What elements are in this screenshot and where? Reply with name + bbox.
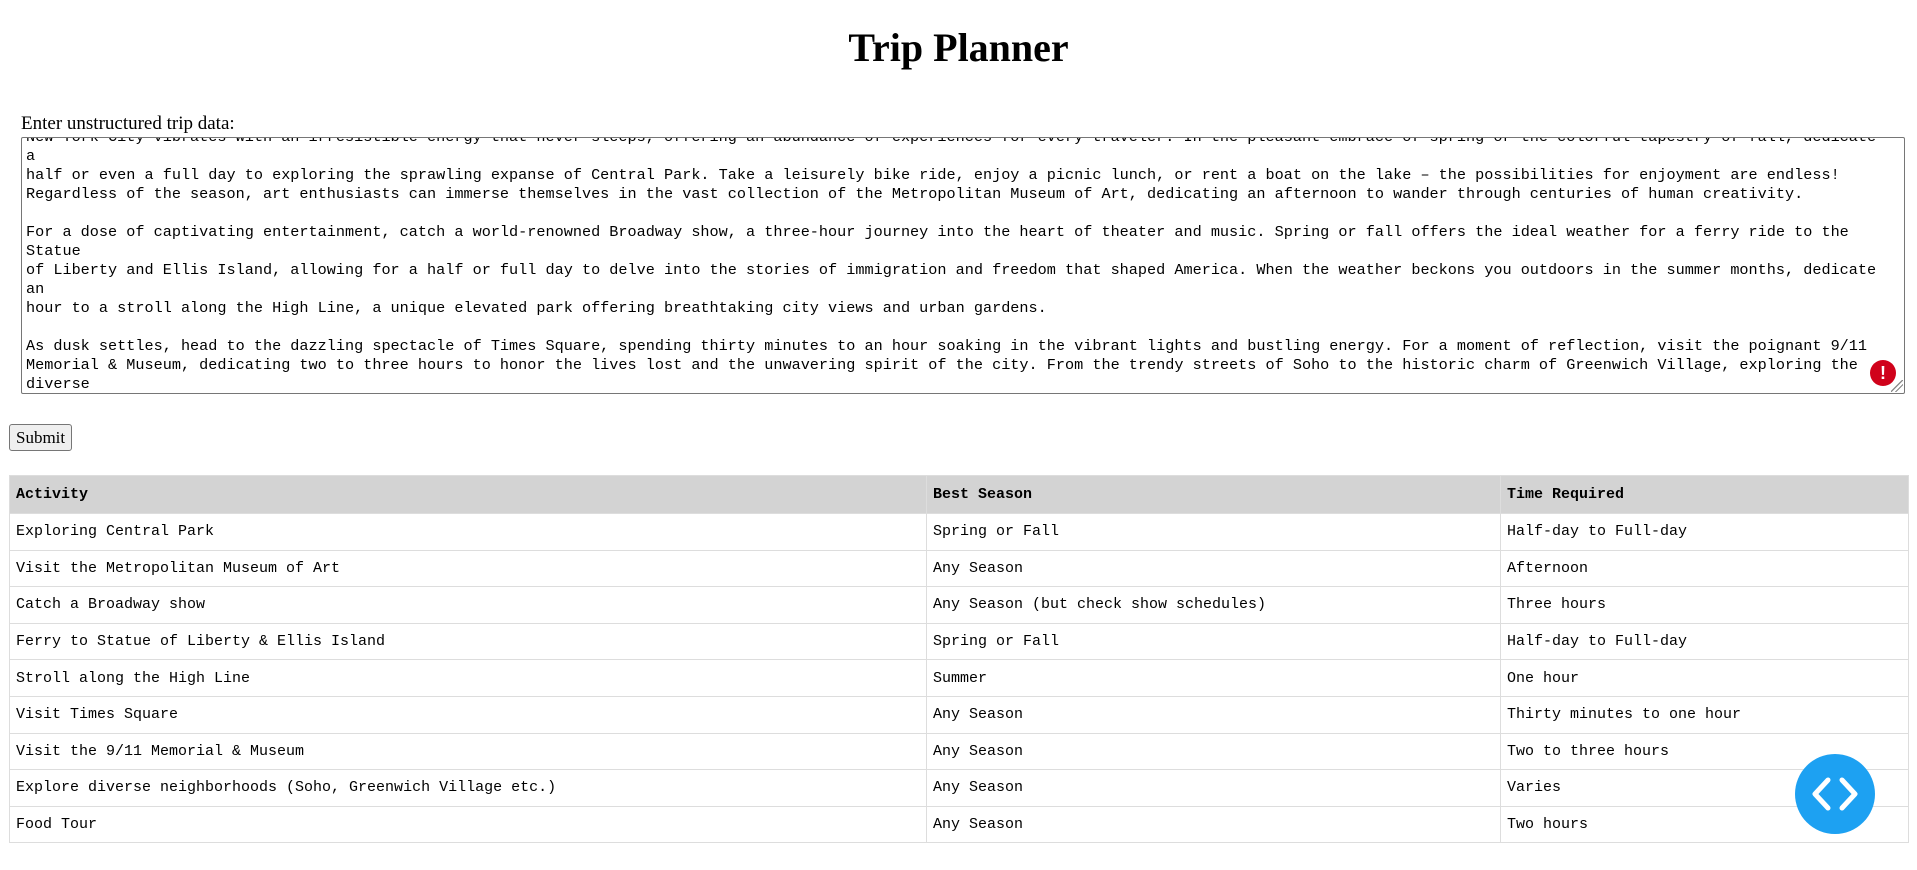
resize-handle[interactable] [1891, 380, 1903, 392]
cell-best-season: Spring or Fall [926, 622, 1501, 661]
cell-time-required: One hour [1500, 659, 1909, 697]
cell-best-season: Spring or Fall [926, 513, 1501, 551]
trip-data-text: New York City vibrates with an irresisti… [26, 137, 1894, 393]
table-row: Catch a Broadway show Any Season (but che… [9, 586, 1909, 624]
textarea-line: For a dose of captivating entertainment,… [26, 223, 1858, 260]
trip-table: Activity Best Season Time Required Explo… [9, 475, 1909, 844]
cell-time-required: Half-day to Full-day [1500, 622, 1909, 661]
table-row: Visit the Metropolitan Museum of Art Any … [9, 549, 1909, 588]
cell-activity: Food Tour [9, 805, 927, 844]
cell-time-required: Three hours [1500, 586, 1909, 624]
code-brackets-icon [1812, 777, 1858, 811]
cell-activity: Visit Times Square [9, 695, 927, 734]
textarea-line: Regardless of the season, art enthusiast… [26, 185, 1804, 203]
table-row: Stroll along the High Line Summer One hour [9, 659, 1909, 697]
textarea-line [26, 204, 1894, 223]
code-toggle-button[interactable] [1795, 754, 1875, 834]
cell-best-season: Any Season (but check show schedules) [926, 586, 1501, 624]
table-row: Visit Times Square Any Season Thirty minut… [9, 695, 1909, 734]
textarea-line: Memorial & Museum, dedicating two to thr… [26, 356, 1868, 393]
cell-best-season: Any Season [926, 549, 1501, 588]
table-row: Ferry to Statue of Liberty & Ellis Islan… [9, 622, 1909, 661]
column-header-best-season: Best Season [926, 475, 1501, 514]
cell-best-season: Summer [926, 659, 1501, 697]
textarea-line: hour to a stroll along the High Line, a … [26, 299, 1047, 317]
cell-time-required: Half-day to Full-day [1500, 513, 1909, 551]
table-row: Visit the 9/11 Memorial & Museum Any Seas… [9, 732, 1909, 771]
cell-best-season: Any Season [926, 695, 1501, 734]
textarea-line: of Liberty and Ellis Island, allowing fo… [26, 261, 1886, 298]
cell-activity: Ferry to Statue of Liberty & Ellis Islan… [9, 622, 927, 661]
textarea-line: half or even a full day to exploring the… [26, 166, 1840, 184]
submit-button[interactable]: Submit [9, 424, 73, 451]
table-row: Food Tour Any Season Two hours [9, 805, 1909, 844]
page-title: Trip Planner [848, 25, 1069, 70]
column-header-activity: Activity [9, 475, 927, 514]
cell-activity: Catch a Broadway show [9, 586, 927, 624]
cell-activity: Visit the 9/11 Memorial & Museum [9, 732, 927, 771]
column-header-time-required: Time Required [1500, 475, 1909, 514]
cell-best-season: Any Season [926, 805, 1501, 844]
cell-activity: Stroll along the High Line [9, 659, 927, 697]
cell-best-season: Any Season [926, 769, 1501, 807]
cell-activity: Explore diverse neighborhoods (Soho, Gre… [9, 769, 927, 807]
cell-activity: Exploring Central Park [9, 513, 927, 551]
textarea-line: New York City vibrates with an irresisti… [26, 137, 1886, 165]
textarea-line: As dusk settles, head to the dazzling sp… [26, 337, 1868, 355]
cell-time-required: Thirty minutes to one hour [1500, 695, 1909, 734]
trip-data-textarea[interactable]: New York City vibrates with an irresisti… [21, 137, 1905, 394]
table-header-row: Activity Best Season Time Required [9, 475, 1909, 514]
trip-data-label: Enter unstructured trip data: [21, 113, 235, 134]
cell-best-season: Any Season [926, 732, 1501, 771]
cell-activity: Visit the Metropolitan Museum of Art [9, 549, 927, 588]
textarea-line [26, 318, 1894, 337]
table-row: Explore diverse neighborhoods (Soho, Gre… [9, 769, 1909, 807]
cell-time-required: Afternoon [1500, 549, 1909, 588]
table-row: Exploring Central Park Spring or Fall Half… [9, 513, 1909, 551]
